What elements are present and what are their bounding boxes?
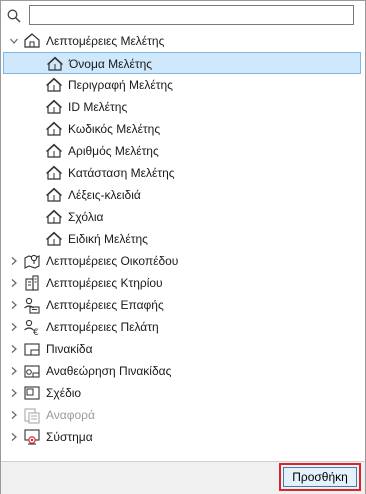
svg-text:€: € — [33, 328, 39, 336]
footer-bar: Προσθήκη — [1, 461, 365, 494]
tree-group[interactable]: Λεπτομέρειες Μελέτης — [3, 30, 361, 52]
chevron-right-icon[interactable] — [9, 388, 19, 398]
tree-item[interactable]: ID Μελέτης — [3, 96, 361, 118]
building-icon — [25, 275, 39, 291]
tree-group[interactable]: Λεπτομέρειες Επαφής — [3, 294, 361, 316]
tree-item-label: Αριθμός Μελέτης — [68, 144, 159, 158]
client-icon: € — [24, 319, 39, 336]
tree-group[interactable]: Αναφορά — [3, 404, 361, 426]
add-property-panel: Λεπτομέρειες Μελέτης Όνομα Μελέτης Περιγρα… — [0, 0, 366, 494]
chevron-right-icon[interactable] — [9, 300, 19, 310]
tree-item[interactable]: Κωδικός Μελέτης — [3, 118, 361, 140]
house-icon — [46, 209, 62, 224]
chevron-right-icon[interactable] — [9, 432, 19, 442]
tree-item-label: Λεπτομέρειες Πελάτη — [46, 320, 159, 334]
tree-item-label: Σχέδιο — [46, 386, 82, 400]
tree-item-label: Σχόλια — [68, 210, 104, 224]
house-icon — [46, 187, 62, 202]
house-icon — [46, 99, 62, 114]
tree-item[interactable]: Κατάσταση Μελέτης — [3, 162, 361, 184]
tree-item-label: Αναφορά — [46, 408, 95, 422]
tree-group[interactable]: Πινακίδα — [3, 338, 361, 360]
tree-item-label: Λεπτομέρειες Επαφής — [46, 298, 164, 312]
house-icon — [46, 143, 62, 158]
tree-group[interactable]: Αναθεώρηση Πινακίδας — [3, 360, 361, 382]
search-input[interactable] — [29, 5, 354, 25]
tree-item-label: Περιγραφή Μελέτης — [68, 78, 173, 92]
tree-item-label: Κατάσταση Μελέτης — [68, 166, 175, 180]
chevron-right-icon[interactable] — [9, 256, 19, 266]
tree-item-label: Σύστημα — [46, 430, 93, 444]
tree-group[interactable]: € Λεπτομέρειες Πελάτη — [3, 316, 361, 338]
tree-item-label: Πινακίδα — [46, 342, 93, 356]
system-icon — [24, 429, 40, 445]
tree-item[interactable]: Σχόλια — [3, 206, 361, 228]
tree-item[interactable]: Ειδική Μελέτης — [3, 228, 361, 250]
title-block-revision-icon — [24, 365, 40, 378]
add-button-highlight: Προσθήκη — [279, 463, 361, 491]
tree-item[interactable]: Περιγραφή Μελέτης — [3, 74, 361, 96]
reference-icon — [24, 408, 40, 424]
contact-icon — [24, 297, 40, 314]
tree-item-label: Λεπτομέρειες Οικοπέδου — [46, 254, 179, 268]
tree-item-label: Αναθεώρηση Πινακίδας — [46, 364, 172, 378]
tree-item[interactable]: Όνομα Μελέτης — [3, 52, 361, 74]
tree-item-label: ID Μελέτης — [68, 100, 128, 114]
tree-item-label: Κωδικός Μελέτης — [68, 122, 161, 136]
tree-item[interactable]: Λέξεις-κλειδιά — [3, 184, 361, 206]
tree-item-label: Λέξεις-κλειδιά — [68, 188, 141, 202]
chevron-right-icon[interactable] — [9, 410, 19, 420]
chevron-right-icon[interactable] — [9, 344, 19, 354]
tree-item-label: Όνομα Μελέτης — [69, 57, 153, 71]
drawing-icon — [24, 386, 40, 400]
map-pin-icon — [24, 254, 40, 269]
tree-item-label: Ειδική Μελέτης — [68, 232, 148, 246]
tree-group[interactable]: Λεπτομέρειες Κτηρίου — [3, 272, 361, 294]
chevron-down-icon[interactable] — [9, 36, 19, 46]
chevron-right-icon[interactable] — [9, 278, 19, 288]
tree-item-label: Λεπτομέρειες Μελέτης — [46, 34, 165, 48]
house-icon — [46, 77, 62, 92]
chevron-right-icon[interactable] — [9, 322, 19, 332]
title-block-icon — [24, 343, 40, 356]
search-icon — [7, 9, 21, 23]
chevron-right-icon[interactable] — [9, 366, 19, 376]
add-button[interactable]: Προσθήκη — [283, 467, 357, 487]
tree-group[interactable]: Σύστημα — [3, 426, 361, 448]
house-icon — [46, 121, 62, 136]
tree-item-label: Λεπτομέρειες Κτηρίου — [46, 276, 163, 290]
search-bar — [1, 1, 365, 31]
tree-item[interactable]: Αριθμός Μελέτης — [3, 140, 361, 162]
house-icon — [47, 56, 63, 71]
house-icon — [46, 231, 62, 246]
house-folder-icon — [24, 33, 40, 48]
tree-group[interactable]: Σχέδιο — [3, 382, 361, 404]
tree-group[interactable]: Λεπτομέρειες Οικοπέδου — [3, 250, 361, 272]
house-icon — [46, 165, 62, 180]
